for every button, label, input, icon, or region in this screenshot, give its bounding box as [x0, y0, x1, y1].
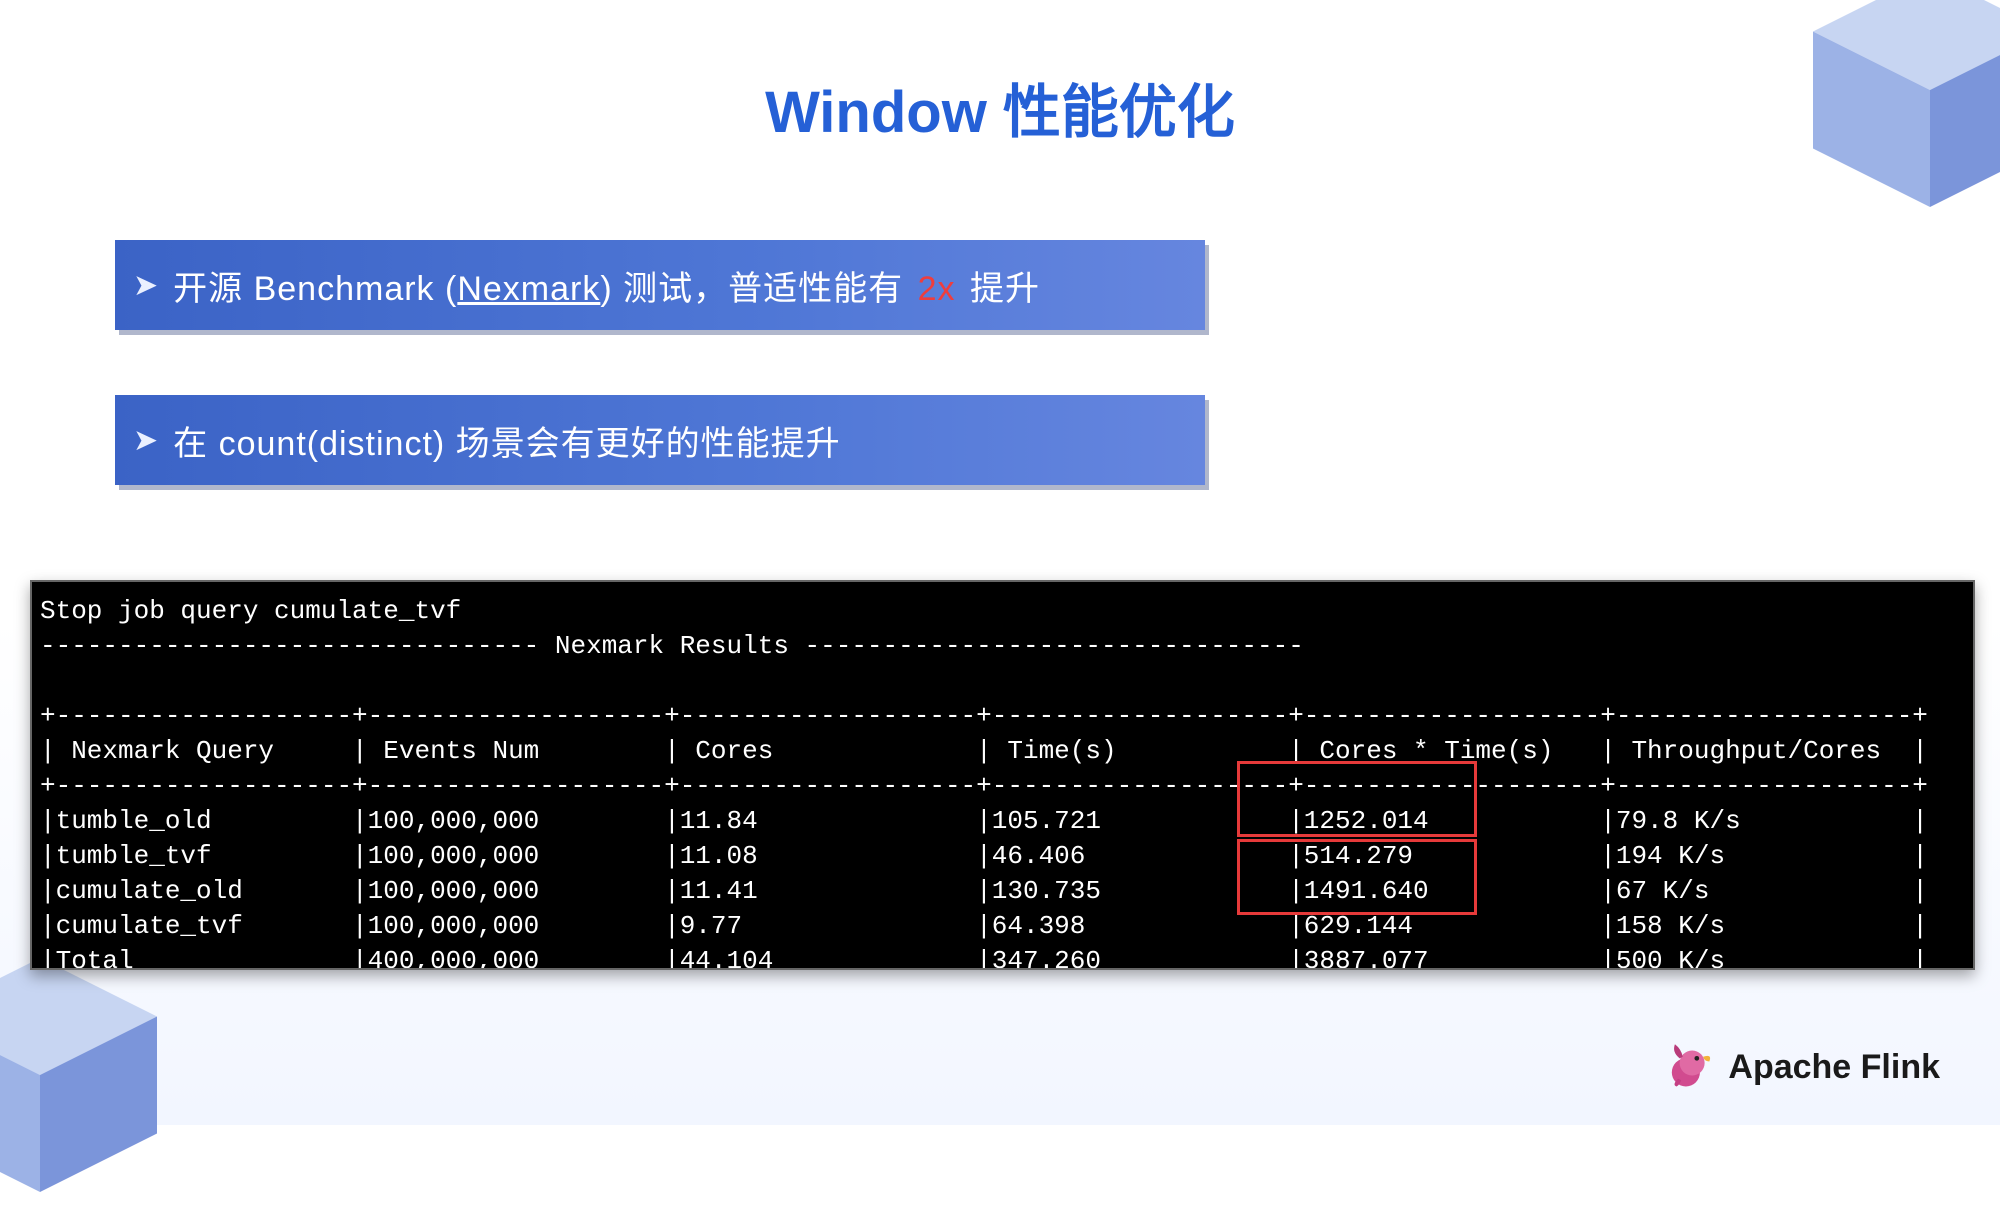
decor-cube-bottom-left — [0, 945, 170, 1205]
slide-title: Window 性能优化 — [0, 65, 2000, 149]
table-row: |tumble_tvf |100,000,000 |11.08 |46.406 … — [40, 841, 1928, 871]
bullet-2-text: 在 count(distinct) 场景会有更好的性能提升 — [173, 416, 841, 465]
terminal-hr: +-------------------+-------------------… — [40, 701, 1928, 731]
table-row: |cumulate_tvf |100,000,000 |9.77 |64.398… — [40, 911, 1928, 941]
terminal-stop-line: Stop job query cumulate_tvf — [40, 596, 461, 626]
terminal-banner: -------------------------------- Nexmark… — [40, 631, 1304, 661]
footer-label: Apache Flink — [1728, 1048, 1940, 1087]
bullet-1: ➤ 开源 Benchmark (Nexmark) 测试，普适性能有 2x 提升 — [115, 240, 1205, 330]
bullet-1-highlight: 2x — [918, 270, 956, 308]
bullet-arrow-icon: ➤ — [133, 268, 159, 303]
bullet-arrow-icon: ➤ — [133, 423, 159, 458]
footer: Apache Flink — [1664, 1038, 1940, 1097]
bullet-1-link: Nexmark — [457, 270, 600, 308]
bullet-2: ➤ 在 count(distinct) 场景会有更好的性能提升 — [115, 395, 1205, 485]
table-row: |cumulate_old |100,000,000 |11.41 |130.7… — [40, 876, 1928, 906]
terminal-hr: +-------------------+-------------------… — [40, 771, 1928, 801]
flink-logo-icon — [1664, 1038, 1714, 1097]
table-row: |Total |400,000,000 |44.104 |347.260 |38… — [40, 946, 1928, 970]
terminal-output: Stop job query cumulate_tvf ------------… — [30, 580, 1975, 970]
table-row: |tumble_old |100,000,000 |11.84 |105.721… — [40, 806, 1928, 836]
bullet-1-text: 开源 Benchmark (Nexmark) 测试，普适性能有 2x 提升 — [173, 261, 1040, 310]
slide: Window 性能优化 ➤ 开源 Benchmark (Nexmark) 测试，… — [0, 0, 2000, 1125]
terminal-head: | Nexmark Query | Events Num | Cores | T… — [40, 736, 1928, 766]
